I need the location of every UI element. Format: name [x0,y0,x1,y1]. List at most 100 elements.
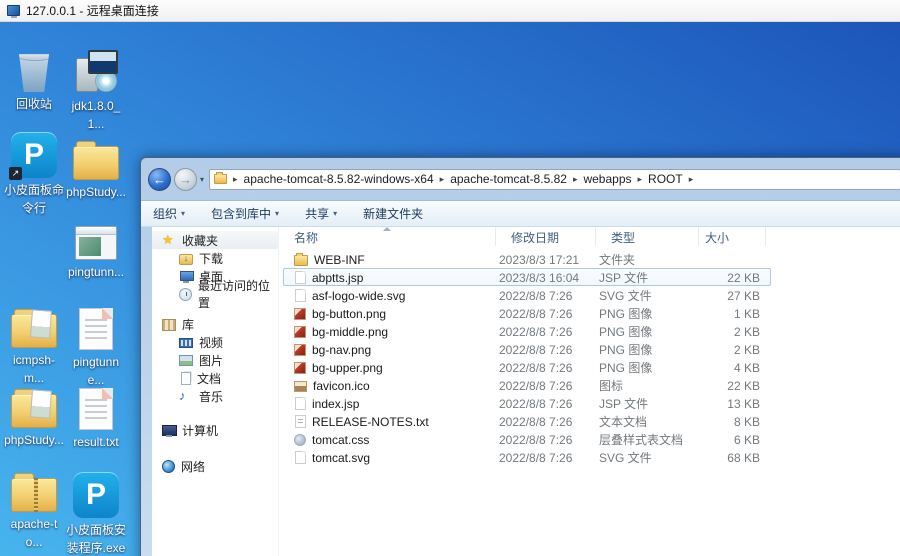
sidebar-group-3[interactable]: 网络 [152,457,278,475]
png-image-icon [294,308,306,320]
file-rows: WEB-INF 2023/8/3 17:21 文件夹 abptts.jsp 20… [279,246,900,466]
zip-folder-icon [11,473,57,512]
file-type: JSP 文件 [599,397,649,411]
desktop-icon[interactable]: result.txt [66,388,126,451]
file-size: 22 KB [727,270,760,285]
breadcrumb-segment[interactable]: apache-tomcat-8.5.82 [450,172,567,186]
file-date-modified: 2022/8/8 7:26 [499,306,573,321]
sidebar-group-0[interactable]: 收藏夹 [152,231,278,249]
file-row[interactable]: tomcat.css 2022/8/8 7:26 层叠样式表文档 6 KB [283,430,771,448]
file-list-pane: 名称 修改日期 类型 大小 WEB-INF 2023/8/3 17:21 文件夹… [279,227,900,556]
breadcrumb-separator-icon: ▸ [572,173,578,184]
file-size: 1 KB [733,306,760,321]
desktop-icon[interactable]: pingtunn... [66,218,126,281]
file-size: 22 KB [727,378,760,393]
sidebar-item[interactable]: 图片 [152,351,278,369]
desktop-icon[interactable]: 回收站 [4,50,64,113]
videos-icon [179,338,193,348]
sidebar-item[interactable]: 下载 [152,249,278,267]
sidebar-item[interactable]: 最近访问的位置 [152,279,278,310]
file-date-modified: 2022/8/8 7:26 [499,342,573,357]
breadcrumb-separator-icon: ▸ [233,173,238,184]
desktop-icon-label: pingtunn... [67,265,125,279]
desktop-icon[interactable]: phpStudy... [66,136,126,201]
column-header-type[interactable]: 类型 [596,227,699,246]
desktop-icon[interactable]: phpStudy... [4,384,64,449]
file-row[interactable]: asf-logo-wide.svg 2022/8/8 7:26 SVG 文件 2… [283,286,771,304]
file-type: PNG 图像 [599,343,653,357]
documents-icon [181,371,191,385]
toolbar-button[interactable]: 包含到库中 ▾ [211,205,279,222]
app-window-icon [75,226,117,260]
file-size: 13 KB [727,396,760,411]
file-date-modified: 2022/8/8 7:26 [499,414,573,429]
file-type: 文本文档 [599,415,648,429]
desktop-icon[interactable]: 小皮面板安装程序.exe [66,472,126,556]
file-type: 层叠样式表文档 [599,433,684,447]
address-breadcrumb-bar[interactable]: ▸ apache-tomcat-8.5.82-windows-x64 ▸ apa… [209,168,900,190]
computer-icon [162,423,177,437]
toolbar-button[interactable]: 新建文件夹 [363,205,423,222]
file-row[interactable]: WEB-INF 2023/8/3 17:21 文件夹 [283,250,771,268]
music-icon [179,389,193,403]
sidebar-group-1[interactable]: 库 [152,315,278,333]
sidebar-item[interactable]: 视频 [152,333,278,351]
breadcrumb-segment[interactable]: apache-tomcat-8.5.82-windows-x64 [244,172,434,186]
recycle-bin-icon [19,54,49,92]
file-row[interactable]: abptts.jsp 2023/8/3 16:04 JSP 文件 22 KB [283,268,771,286]
history-dropdown-icon[interactable]: ▾ [200,175,204,184]
text-file-icon [79,308,113,350]
file-date-modified: 2022/8/8 7:26 [499,360,573,375]
breadcrumb-separator-icon: ▸ [688,173,694,184]
folder-icon [214,172,228,184]
file-name: abptts.jsp [284,271,498,285]
file-date-modified: 2022/8/8 7:26 [499,378,573,393]
desktop-icon-label: 回收站 [15,97,52,111]
desktop-icon-label: 小皮面板命令行 [4,183,65,215]
file-icon [295,397,306,410]
file-type: JSP 文件 [599,271,649,285]
desktop-icon[interactable]: apache-to... [4,468,64,551]
breadcrumb-segment[interactable]: ROOT [648,172,683,186]
recent-places-icon [179,287,192,301]
star-icon [162,233,176,247]
desktop-icon[interactable]: 小皮面板命令行 [4,132,64,217]
file-row[interactable]: bg-button.png 2022/8/8 7:26 PNG 图像 1 KB [283,304,771,322]
file-row[interactable]: bg-upper.png 2022/8/8 7:26 PNG 图像 4 KB [283,358,771,376]
file-row[interactable]: favicon.ico 2022/8/8 7:26 图标 22 KB [283,376,771,394]
desktop-icon[interactable]: icmpsh-m... [4,304,64,387]
toolbar-button[interactable]: 共享 ▾ [305,205,337,222]
toolbar-button[interactable]: 组织 ▾ [153,205,185,222]
folder-icon [294,253,308,266]
desktop-icon[interactable]: pingtunne... [66,308,126,389]
file-type: PNG 图像 [599,361,653,375]
desktop-icon-label: apache-to... [10,517,58,549]
file-date-modified: 2023/8/3 17:21 [499,252,580,267]
desktop-icon[interactable]: jdk1.8.0_1... [66,50,126,133]
file-row[interactable]: tomcat.svg 2022/8/8 7:26 SVG 文件 68 KB [283,448,771,466]
file-row[interactable]: RELEASE-NOTES.txt 2022/8/8 7:26 文本文档 8 K… [283,412,771,430]
file-name: bg-upper.png [284,361,498,375]
file-date-modified: 2022/8/8 7:26 [499,432,573,447]
sidebar-group-2[interactable]: 计算机 [152,421,278,439]
css-icon [294,434,306,446]
sidebar-item[interactable]: 音乐 [152,387,278,405]
file-row[interactable]: bg-nav.png 2022/8/8 7:26 PNG 图像 2 KB [283,340,771,358]
file-icon [295,451,306,464]
sort-ascending-icon [383,227,391,231]
navigation-bar: ▾ ▸ apache-tomcat-8.5.82-windows-x64 ▸ a… [141,158,900,200]
forward-button[interactable] [174,167,197,191]
file-name: bg-button.png [284,307,498,321]
column-header-size[interactable]: 大小 [699,227,766,246]
column-header-row: 名称 修改日期 类型 大小 [279,227,900,246]
back-button[interactable] [148,167,171,191]
file-row[interactable]: bg-middle.png 2022/8/8 7:26 PNG 图像 2 KB [283,322,771,340]
file-name: tomcat.svg [284,451,498,465]
breadcrumb-segment[interactable]: webapps [583,172,631,186]
file-size: 6 KB [733,432,760,447]
sidebar-item[interactable]: 文档 [152,369,278,387]
pictures-icon [179,355,193,366]
text-file-icon [79,388,113,430]
column-header-date[interactable]: 修改日期 [496,227,596,246]
file-row[interactable]: index.jsp 2022/8/8 7:26 JSP 文件 13 KB [283,394,771,412]
